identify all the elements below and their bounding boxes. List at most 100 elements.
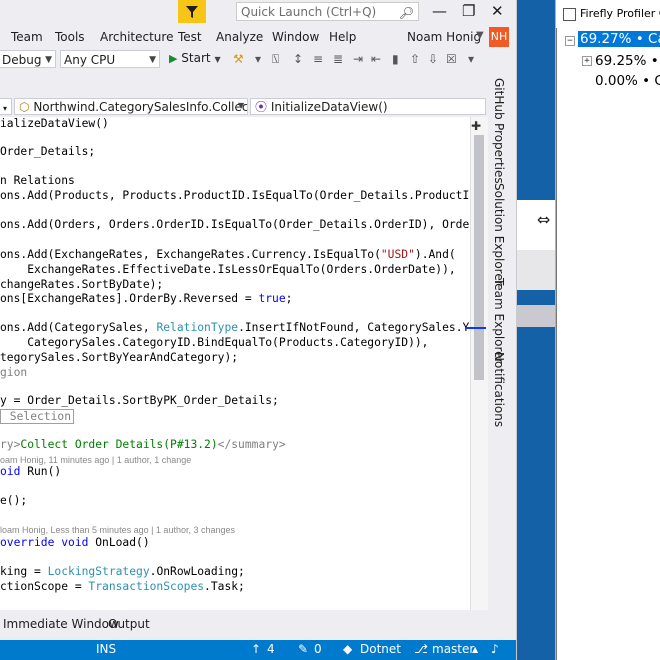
status-bar: INS ↑ 4 ✎ 0 ◆ Dotnet ⎇ master ▲ ♪	[0, 640, 516, 660]
search-icon[interactable]: 🔎︎	[399, 4, 414, 23]
close-icon[interactable]: ✕	[491, 2, 504, 20]
chevron-up-icon[interactable]: ▲	[472, 645, 478, 654]
code-line: ctionScope = TransactionScopes.Task;	[0, 580, 245, 593]
avatar[interactable]: NH	[489, 27, 509, 47]
branch-icon[interactable]: ⎇	[414, 642, 428, 656]
tab-github[interactable]: GitHub	[492, 78, 506, 120]
comment-icon[interactable]: ≡	[313, 52, 323, 66]
menu-tools[interactable]: Tools	[55, 30, 85, 44]
toggle-icon[interactable]: ↕	[293, 52, 303, 66]
quick-launch-input[interactable]: Quick Launch (Ctrl+Q) 🔎︎	[236, 2, 419, 21]
pencil-icon[interactable]: ✎	[298, 642, 308, 656]
outdent-icon[interactable]: ⇤	[371, 52, 381, 66]
notification-bell-icon[interactable]: ♪	[491, 642, 499, 656]
arrow-up-icon[interactable]: ↑	[251, 642, 261, 656]
tree-node[interactable]: 69.25% •	[595, 53, 659, 69]
hammer-icon[interactable]: ⚒	[233, 52, 244, 66]
collapsed-region[interactable]: Selection	[0, 409, 75, 425]
next-bookmark-icon[interactable]: ⇩	[428, 52, 438, 66]
unpushed-commits-count[interactable]: 4	[267, 642, 275, 656]
member-combo[interactable]: ⦿ InitializeDataView()	[250, 98, 486, 115]
solution-configuration-select[interactable]: Debug ▼	[0, 50, 56, 68]
method-icon: ⦿	[255, 100, 268, 114]
scrollbar-caret-marker	[465, 327, 486, 329]
overflow-icon[interactable]: ▾	[468, 52, 474, 66]
code-line: ExchangeRates.EffectiveDate.IsLessOrEqua…	[0, 263, 456, 276]
repository-name[interactable]: Dotnet	[360, 642, 401, 656]
member-combo-value: InitializeDataView()	[270, 100, 388, 114]
code-line: gion	[0, 366, 28, 379]
code-line: tegorySales.SortByYearAndCategory);	[0, 351, 239, 364]
code-line: ry>Collect Order Details(P#13.2)</summar…	[0, 438, 286, 451]
quick-launch-placeholder: Quick Launch (Ctrl+Q)	[241, 5, 377, 19]
step-over-icon[interactable]: ⍂	[272, 52, 279, 67]
code-line: ons.Add(CategorySales, RelationType.Inse…	[0, 321, 470, 334]
filter-icon	[186, 5, 198, 18]
tab-immediate-window[interactable]: Immediate Window	[3, 617, 119, 631]
overflow-icon[interactable]: ▾	[255, 52, 261, 66]
code-line: ons.Add(Orders, Orders.OrderID.IsEqualTo…	[0, 218, 470, 231]
solution-platform-select[interactable]: Any CPU ▼	[60, 50, 160, 68]
background-window	[517, 250, 555, 290]
resize-cursor-icon: ⇔	[537, 210, 551, 229]
code-editor[interactable]: ializeDataView() Order_Details; n Relati…	[0, 117, 470, 610]
bookmark-icon[interactable]: ▮	[392, 52, 399, 66]
menu-architecture[interactable]: Architecture	[100, 30, 173, 44]
branch-name[interactable]: master	[432, 642, 474, 656]
tree-node[interactable]: 0.00% • C	[595, 73, 660, 89]
start-debugging-button[interactable]: ▶ Start ▼	[169, 51, 221, 65]
minimize-icon[interactable]: —	[432, 2, 447, 20]
prev-bookmark-icon[interactable]: ⇧	[410, 52, 420, 66]
code-line: ons[ExchangeRates].OrderBy.Reversed = tr…	[0, 292, 293, 305]
code-text: ializeDataView() Order_Details; n Relati…	[0, 117, 470, 593]
code-line: oid Run()	[0, 465, 62, 478]
type-combo-value: Northwind.CategorySalesInfo.CollectOrde	[33, 100, 248, 114]
code-line: e();	[0, 494, 28, 507]
tab-notifications[interactable]: Notifications	[492, 352, 506, 427]
collapse-icon[interactable]: −	[565, 36, 575, 46]
code-line: y = Order_Details.SortByPK_Order_Details…	[0, 394, 279, 407]
desktop-background	[517, 0, 555, 660]
chevron-down-icon: ▾	[3, 104, 8, 113]
chevron-down-icon[interactable]: ▼	[238, 101, 244, 110]
split-editor-icon[interactable]: ✚	[471, 119, 481, 133]
tree-node-selected[interactable]: 69.27% • Ca	[578, 31, 660, 47]
solution-configuration-value: Debug	[2, 53, 42, 67]
expand-icon[interactable]: +	[582, 56, 592, 66]
type-combo[interactable]: ⬡ Northwind.CategorySalesInfo.CollectOrd…	[14, 98, 248, 115]
code-line: king = LockingStrategy.OnRowLoading;	[0, 565, 245, 578]
feedback-filter-button[interactable]	[178, 0, 206, 23]
repository-icon[interactable]: ◆	[343, 642, 352, 656]
pending-changes-count[interactable]: 0	[314, 642, 322, 656]
tab-output[interactable]: Output	[108, 617, 150, 631]
clear-bookmarks-icon[interactable]: ☒	[446, 52, 457, 66]
tab-solution-explorer[interactable]: Solution Explorer	[492, 183, 506, 286]
code-line: Order_Details;	[0, 145, 96, 158]
maximize-icon[interactable]: ❐	[462, 2, 475, 20]
solution-platform-value: Any CPU	[64, 53, 116, 67]
play-icon: ▶	[169, 52, 178, 65]
user-name[interactable]: Noam Honig	[407, 30, 481, 44]
code-line: override void OnLoad()	[0, 536, 150, 549]
project-combo[interactable]: ▾	[0, 98, 12, 115]
menu-test[interactable]: Test	[178, 30, 202, 44]
menu-analyze[interactable]: Analyze	[216, 30, 263, 44]
menu-team[interactable]: Team	[11, 30, 43, 44]
tab-team-explorer[interactable]: Team Explorer	[492, 278, 506, 364]
menu-window[interactable]: Window	[272, 30, 319, 44]
menu-help[interactable]: Help	[329, 30, 356, 44]
chevron-down-icon: ▼	[214, 55, 221, 64]
uncomment-icon[interactable]: ≣	[333, 52, 343, 66]
class-icon: ⬡	[19, 100, 30, 114]
chevron-down-icon: ▼	[45, 55, 52, 65]
scrollbar-thumb[interactable]	[474, 135, 484, 380]
tab-properties[interactable]: Properties	[492, 123, 506, 184]
indent-icon[interactable]: ⇥	[353, 52, 363, 66]
background-window	[517, 305, 555, 327]
code-line: ons.Add(Products, Products.ProductID.IsE…	[0, 189, 470, 202]
bottom-tool-tabs: Immediate Window Output	[0, 613, 488, 640]
profiler-title: Firefly Profiler Ca	[580, 7, 660, 20]
code-line: CategorySales.CategoryID.BindEqualTo(Pro…	[0, 336, 429, 349]
chevron-down-icon[interactable]: ▼	[476, 30, 484, 41]
profiler-tree[interactable]	[556, 28, 660, 660]
